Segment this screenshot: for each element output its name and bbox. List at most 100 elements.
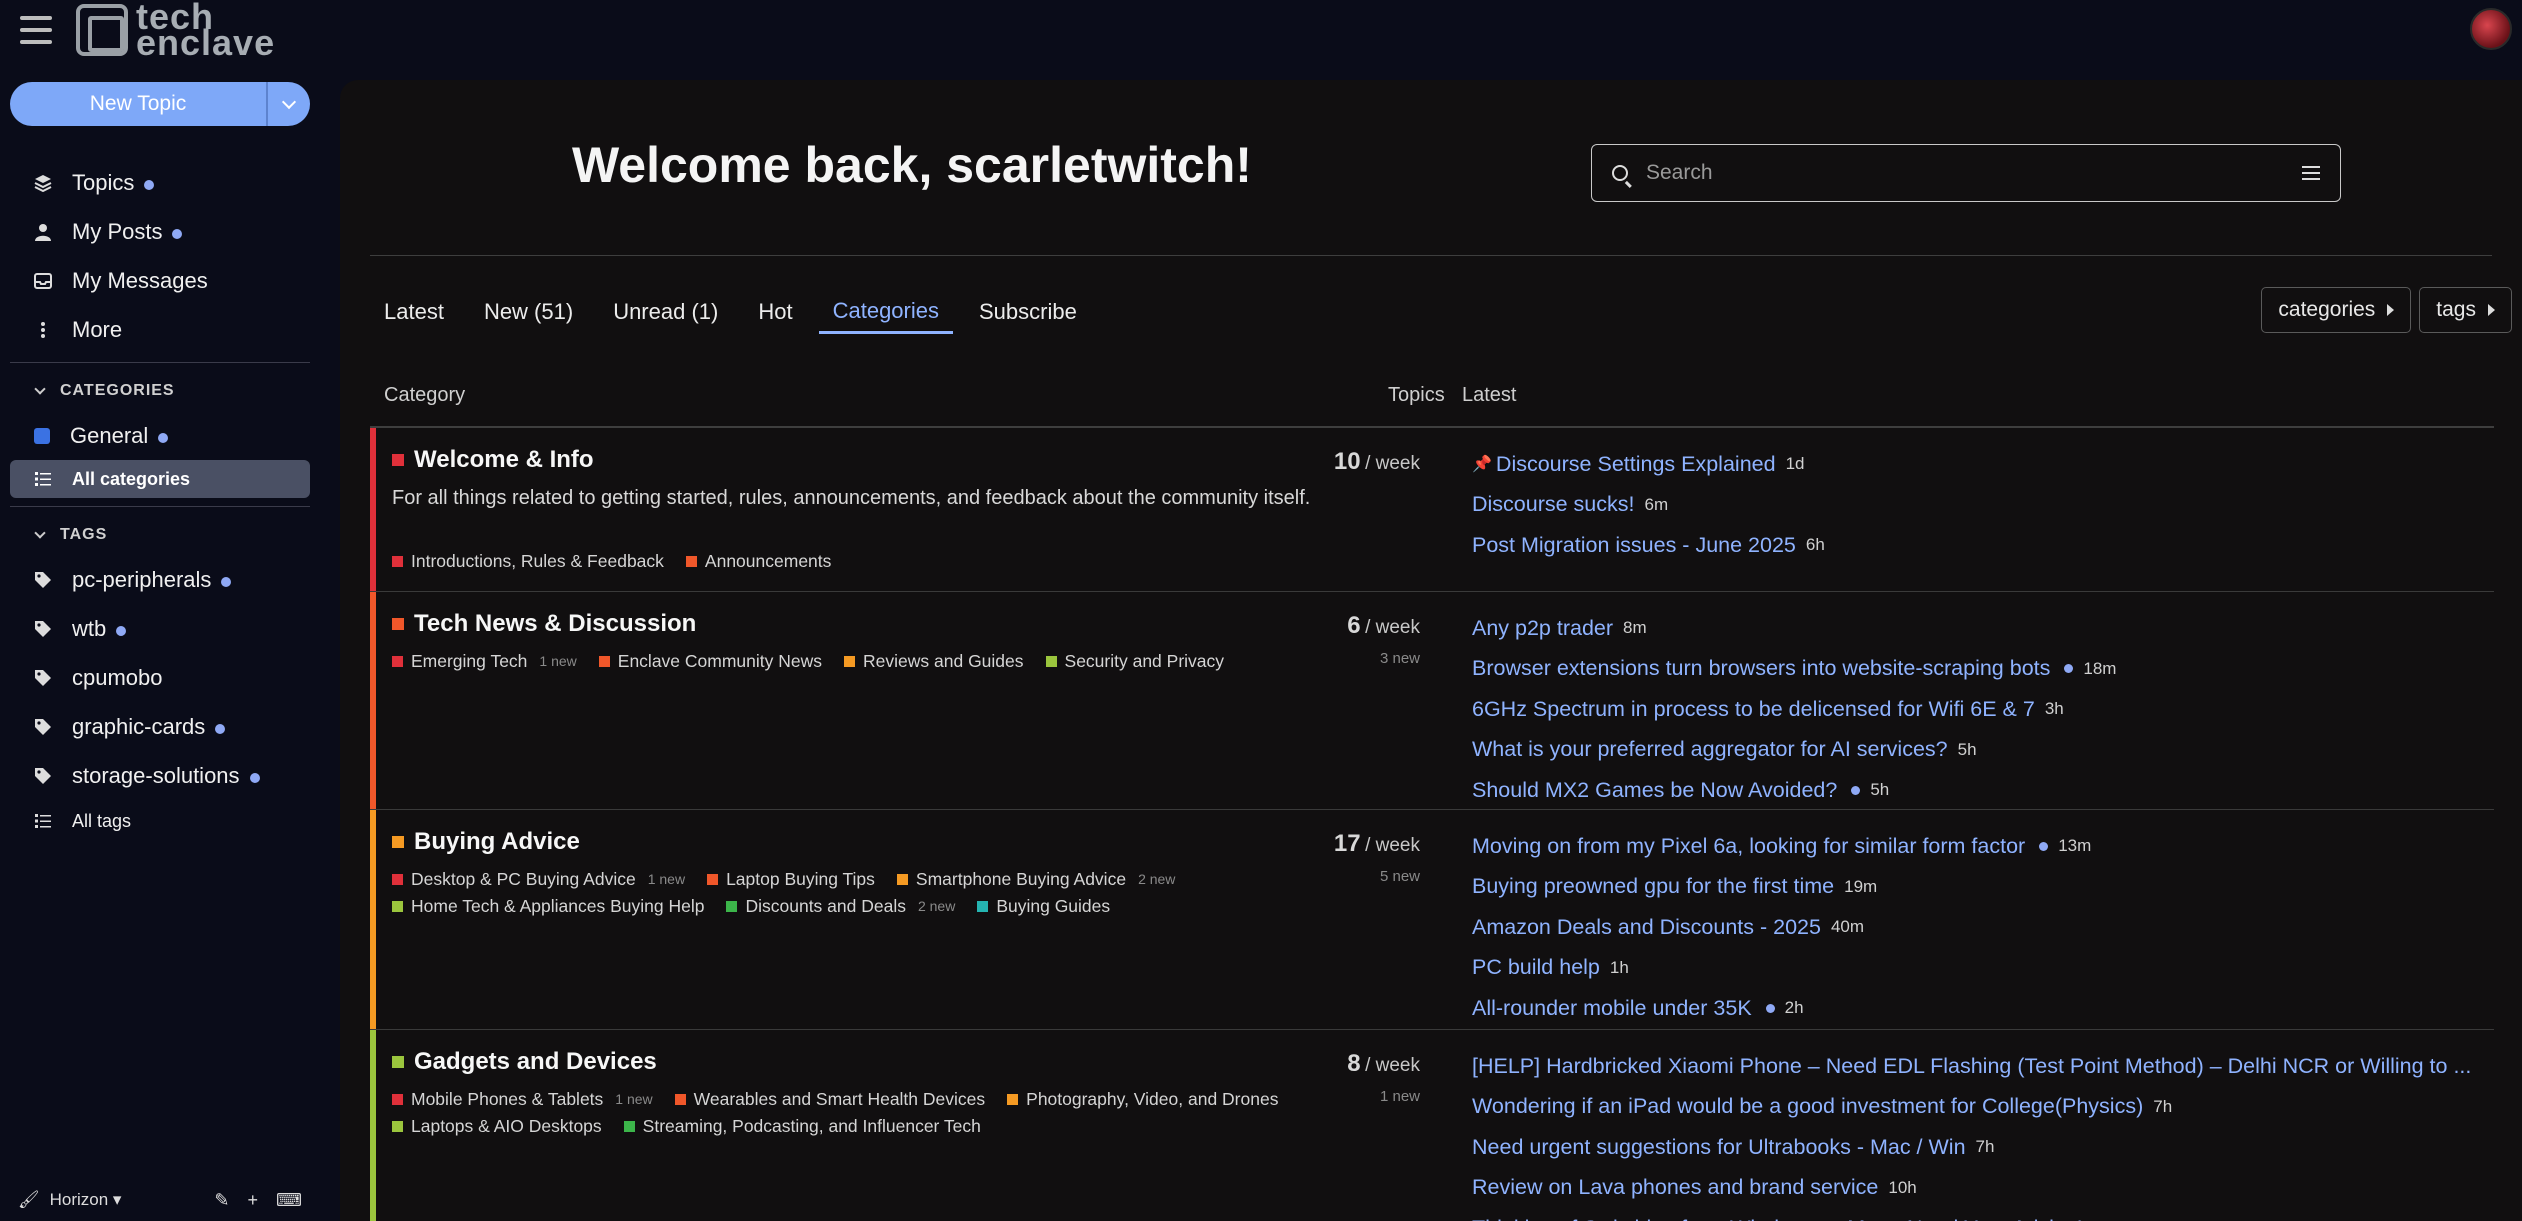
subcategory-link[interactable]: Wearables and Smart Health Devices [674,1086,985,1113]
topic-link[interactable]: Post Migration issues - June 2025 [1472,533,1796,558]
topic-link[interactable]: PC build help [1472,955,1600,980]
tab-latest[interactable]: Latest [370,290,458,334]
topic-link[interactable]: Buying preowned gpu for the first time [1472,874,1834,899]
subcategory-link[interactable]: Enclave Community News [598,648,822,675]
tags-section-toggle[interactable]: TAGS [0,515,320,555]
topic-link[interactable]: Need urgent suggestions for Ultrabooks -… [1472,1135,1966,1160]
sidebar-item-all-tags[interactable]: All tags [0,800,320,842]
latest-topic-item: Discourse sucks! 6m [1472,485,2492,526]
sidebar-item-tag-graphic-cards[interactable]: graphic-cards [0,702,320,751]
topic-link[interactable]: Review on Lava phones and brand service [1472,1175,1878,1200]
categories-filter-dropdown[interactable]: categories [2261,287,2412,333]
category-title-link[interactable]: Welcome & Info [392,446,594,474]
sidebar-item-my-messages[interactable]: My Messages [0,256,320,305]
topic-link[interactable]: 6GHz Spectrum in process to be delicense… [1472,697,2035,722]
theme-selector[interactable]: Horizon ▾ [50,1190,122,1210]
brush-icon[interactable]: ✎ [214,1190,229,1211]
subcategory-link[interactable]: Reviews and Guides [844,648,1024,675]
subcategory-link[interactable]: Home Tech & Appliances Buying Help [392,893,704,920]
sidebar-item-tag-wtb[interactable]: wtb [0,604,320,653]
column-header-category[interactable]: Category [384,384,465,407]
topic-age: 10h [1888,1177,1917,1197]
categories-section-toggle[interactable]: CATEGORIES [0,371,320,411]
subcategory-link[interactable]: Mobile Phones & Tablets 1 new [392,1086,653,1113]
category-square-icon [392,618,404,630]
category-title-link[interactable]: Buying Advice [392,828,580,856]
topic-link[interactable]: Should MX2 Games be Now Avoided? [1472,778,1837,803]
sidebar-item-topics[interactable]: Topics [0,158,320,207]
latest-topic-item: PC build help 1h [1472,948,2492,989]
sidebar-item-more[interactable]: More [0,305,320,354]
category-color-stripe [370,428,376,591]
subcategory-link[interactable]: Smartphone Buying Advice 2 new [896,866,1175,893]
new-topic-dropdown-button[interactable] [268,82,310,126]
subcategory-link[interactable]: Desktop & PC Buying Advice 1 new [392,866,685,893]
topic-age: 2h [1784,998,1804,1018]
topic-link[interactable]: All-rounder mobile under 35K [1472,996,1752,1021]
category-title-link[interactable]: Gadgets and Devices [392,1048,657,1076]
sidebar-item-tag-cpumobo[interactable]: cpumobo [0,653,320,702]
topic-age: 1d [1785,454,1805,474]
sidebar-item-all-categories[interactable]: All categories [10,460,310,498]
sidebar-item-tag-storage-solutions[interactable]: storage-solutions [0,751,320,800]
tab-categories[interactable]: Categories [818,290,953,334]
topic-link[interactable]: What is your preferred aggregator for AI… [1472,737,1948,762]
tab-new[interactable]: New (51) [470,290,587,334]
keyboard-icon[interactable]: ⌨ [276,1190,302,1211]
sidebar-item-tag-pc-peripherals[interactable]: pc-peripherals [0,555,320,604]
search-input[interactable]: Search [1591,144,2341,202]
latest-topics-list: Moving on from my Pixel 6a, looking for … [1472,826,2492,1029]
tab-unread[interactable]: Unread (1) [599,290,732,334]
subcategory-square-icon [726,901,738,912]
site-logo[interactable]: tech enclave [76,0,275,61]
unread-dot [2064,664,2074,674]
topic-link[interactable]: Thinking of Switching from Windows to Ma… [1472,1216,2083,1221]
topics-count: 17 / week 5 new [1270,830,1420,885]
latest-topics-list: 📌 Discourse Settings Explained 1d Discourse… [1472,444,2492,566]
sidebar-nav: Topics My Posts My Messages More CATEGOR… [0,158,320,842]
topic-link[interactable]: Browser extensions turn browsers into we… [1472,656,2050,681]
sidebar-item-general[interactable]: General [0,411,320,460]
section-heading: TAGS [60,526,108,543]
subcategory-link[interactable]: Announcements [685,548,831,575]
tab-hot[interactable]: Hot [744,290,806,334]
user-avatar[interactable] [2470,8,2512,50]
subcategory-link[interactable]: Security and Privacy [1045,648,1224,675]
subcategory-link[interactable]: Emerging Tech 1 new [392,648,577,675]
topic-link[interactable]: Any p2p trader [1472,616,1613,641]
topic-link[interactable]: Wondering if an iPad would be a good inv… [1472,1094,2143,1119]
topic-link[interactable]: Discourse sucks! [1472,492,1635,517]
brush-icon: 🖌 [18,1190,40,1209]
subcategory-square-icon [392,556,403,567]
subcategory-link[interactable]: Buying Guides [977,893,1110,920]
plus-icon[interactable]: + [248,1190,259,1211]
subcategory-link[interactable]: Laptop Buying Tips [707,866,875,893]
tab-subscribe[interactable]: Subscribe [965,290,1091,334]
tags-filter-dropdown[interactable]: tags [2419,287,2512,333]
topic-link[interactable]: [HELP] Hardbricked Xiaomi Phone – Need E… [1472,1054,2471,1079]
topic-link[interactable]: Amazon Deals and Discounts - 2025 [1472,915,1821,940]
subcategory-link[interactable]: Discounts and Deals 2 new [726,893,955,920]
unread-dot [144,179,155,190]
subcategory-square-icon [598,656,610,667]
subcategory-link[interactable]: Photography, Video, and Drones [1007,1086,1278,1113]
hamburger-menu-icon[interactable] [16,10,56,50]
subcategory-square-icon [685,556,697,567]
subcategory-link[interactable]: Streaming, Podcasting, and Influencer Te… [623,1113,981,1140]
pin-icon: 📌 [1472,456,1492,474]
column-header-latest[interactable]: Latest [1462,384,1516,407]
subcategory-link[interactable]: Laptops & AIO Desktops [392,1113,602,1140]
unread-dot [1765,1003,1775,1013]
filter-sliders-icon[interactable] [2302,166,2320,180]
topic-link[interactable]: Discourse Settings Explained [1496,452,1776,477]
new-topic-button[interactable]: New Topic [10,82,268,126]
topic-age: 5h [1957,739,1977,759]
sidebar-item-my-posts[interactable]: My Posts [0,207,320,256]
category-row: Tech News & Discussion Emerging Tech 1 new… [370,592,2494,810]
topic-link[interactable]: Moving on from my Pixel 6a, looking for … [1472,834,2025,859]
inbox-icon [34,272,52,290]
chevron-down-icon [281,94,297,109]
column-header-topics[interactable]: Topics [1388,384,1445,407]
subcategory-link[interactable]: Introductions, Rules & Feedback [392,548,664,575]
category-title-link[interactable]: Tech News & Discussion [392,610,696,638]
